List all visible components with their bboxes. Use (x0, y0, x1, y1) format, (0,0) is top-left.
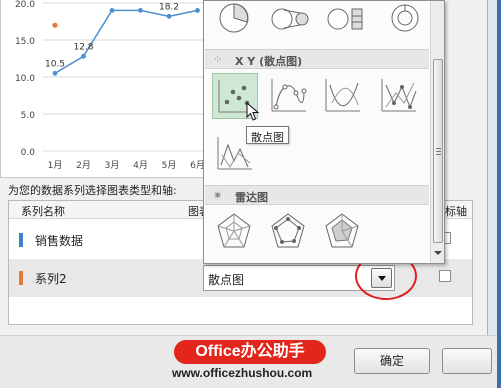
chart-type-value: 散点图 (208, 273, 245, 287)
series-name: 系列2 (35, 272, 67, 286)
series-name: 销售数据 (35, 234, 84, 248)
data-point (166, 13, 172, 19)
scatter-section-header: ⁘ X Y (散点图) (205, 49, 429, 69)
scatter-smooth-lines-option[interactable] (320, 73, 366, 119)
doughnut-chart-icon[interactable] (391, 4, 419, 32)
header-secondary-axis: 标轴 (445, 205, 467, 218)
data-point (138, 7, 143, 13)
ok-button[interactable]: 确定 (354, 348, 430, 374)
bar-of-pie-chart-icon[interactable] (327, 8, 363, 30)
filled-radar-option[interactable] (320, 209, 366, 255)
line-chart: 0.05.010.015.020.01月 2月 3月 4月 5月 6月10.512.818… (15, 0, 206, 171)
data-point (195, 7, 200, 13)
x-tick-label: 4月 (133, 160, 148, 171)
data-point (109, 7, 115, 13)
data-label: 10.5 (45, 59, 65, 69)
data-point (52, 70, 58, 76)
cursor-arrow-icon (246, 102, 260, 121)
x-tick-label: 5月 (162, 160, 177, 171)
data-point (81, 53, 86, 59)
scatter-section-title: X Y (散点图) (235, 55, 303, 68)
watermark-url: www.officezhushou.com (172, 366, 313, 380)
secondary-axis-checkbox[interactable] (439, 270, 451, 282)
scatter-straight-markers-option[interactable] (376, 73, 422, 119)
series-color-swatch (19, 271, 23, 285)
pie-chart-row (219, 3, 419, 33)
y-tick-label: 15.0 (15, 37, 35, 47)
pie-chart-icon[interactable] (219, 3, 249, 33)
radar-markers-option[interactable] (266, 209, 312, 255)
y-tick-label: 20.0 (15, 0, 35, 10)
pie-of-pie-chart-icon[interactable] (271, 8, 309, 30)
data-point (52, 22, 58, 28)
y-tick-label: 5.0 (21, 111, 36, 121)
chart-preview: 0.0 5.0 10.0 15.0 20.0 1月 2月 3月 4月 5月 6月 10.5 12.8 18… (0, 0, 206, 178)
radar-section-icon: ✷ (213, 189, 223, 202)
x-tick-label: 1月 (48, 160, 63, 171)
x-tick-label: 3月 (105, 160, 120, 171)
series-color-swatch (19, 233, 23, 247)
chart-type-gallery: ⁘ X Y (散点图) ✷ 雷达图 (203, 0, 445, 264)
window-border (497, 0, 501, 388)
data-label: 12.8 (73, 42, 93, 52)
y-tick-label: 10.0 (15, 74, 35, 84)
scrollbar-thumb[interactable] (433, 59, 443, 243)
data-label: 18.2 (159, 2, 179, 12)
watermark-brand: Office办公助手 (174, 340, 326, 364)
header-series-name: 系列名称 (21, 205, 65, 218)
chart-type-tooltip: 散点图 (246, 126, 289, 144)
scroll-down-arrow-icon[interactable] (434, 251, 442, 255)
cancel-button[interactable] (442, 348, 492, 374)
radar-chart-option[interactable] (212, 209, 258, 255)
gallery-scrollbar[interactable] (430, 1, 444, 263)
y-tick-label: 0.0 (21, 148, 36, 158)
scatter-smooth-markers-option[interactable] (266, 73, 312, 119)
radar-section-header: ✷ 雷达图 (205, 185, 429, 205)
series-chart-type-label: 为您的数据系列选择图表类型和轴: (8, 184, 177, 197)
radar-section-title: 雷达图 (235, 191, 268, 204)
scatter-section-icon: ⁘ (213, 53, 223, 66)
x-tick-label: 2月 (76, 160, 91, 171)
